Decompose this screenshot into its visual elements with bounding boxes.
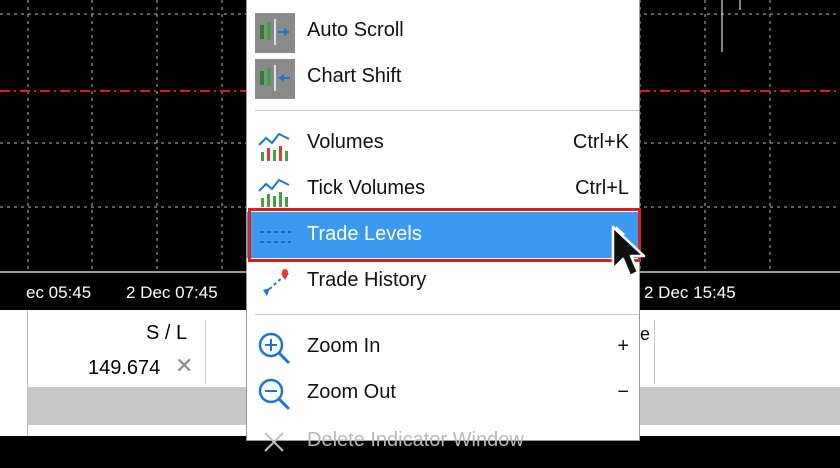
menu-item-trade-history[interactable]: Trade History [247,258,639,304]
panel-edge [0,310,27,436]
stop-loss-value[interactable]: 149.674 [88,357,160,380]
menu-separator [255,110,639,111]
menu-item-label: Chart Shift [307,65,402,87]
menu-item-shortcut: + [617,335,629,357]
column-divider [654,320,655,384]
remove-stop-loss-icon[interactable]: ✕ [175,353,193,379]
menu-item-shortcut: Ctrl+L [575,177,629,199]
menu-item-label: Trade History [307,269,427,291]
menu-item-trade-levels[interactable]: Trade Levels [247,212,639,258]
zoom-out-icon [255,375,293,413]
menu-item-label: Zoom Out [307,381,396,403]
menu-item-chart-shift[interactable]: Chart Shift [247,54,639,100]
menu-item-tick-volumes[interactable]: Tick Volumes Ctrl+L [247,166,639,212]
delete-window-icon [255,423,293,461]
menu-item-label: Zoom In [307,335,381,357]
menu-item-zoom-out[interactable]: Zoom Out − [247,370,639,416]
trade-levels-icon [255,217,293,255]
time-axis-label: 2 Dec 15:45 [644,283,736,302]
volumes-icon [255,125,293,163]
menu-item-delete-indicator-window: Delete Indicator Window [247,418,639,464]
tick-volumes-icon [255,171,293,209]
time-axis-label: ec 05:45 [26,283,92,302]
menu-item-label: Tick Volumes [307,177,426,199]
chart-context-menu: Auto Scroll Chart Shift Volumes Ctrl+K T… [246,0,640,452]
zoom-in-icon [255,329,293,367]
menu-item-label: Volumes [307,131,384,153]
column-header-fragment: e [640,324,651,344]
menu-item-label: Trade Levels [307,223,422,245]
menu-item-shortcut: Ctrl+K [572,131,629,153]
stop-loss-column-header[interactable]: S / L [146,322,187,345]
menu-item-volumes[interactable]: Volumes Ctrl+K [247,120,639,166]
menu-item-shortcut: − [617,381,629,403]
menu-item-auto-scroll[interactable]: Auto Scroll [247,8,639,54]
trade-history-icon [255,263,293,301]
mouse-cursor-icon [610,224,646,289]
column-divider [205,320,206,384]
auto-scroll-icon [255,13,295,53]
menu-separator [255,314,639,315]
time-axis-label: 2 Dec 07:45 [126,283,218,302]
menu-item-label: Auto Scroll [307,19,404,41]
menu-item-zoom-in[interactable]: Zoom In + [247,324,639,370]
chart-shift-icon [255,59,295,99]
menu-item-label: Delete Indicator Window [307,429,524,451]
